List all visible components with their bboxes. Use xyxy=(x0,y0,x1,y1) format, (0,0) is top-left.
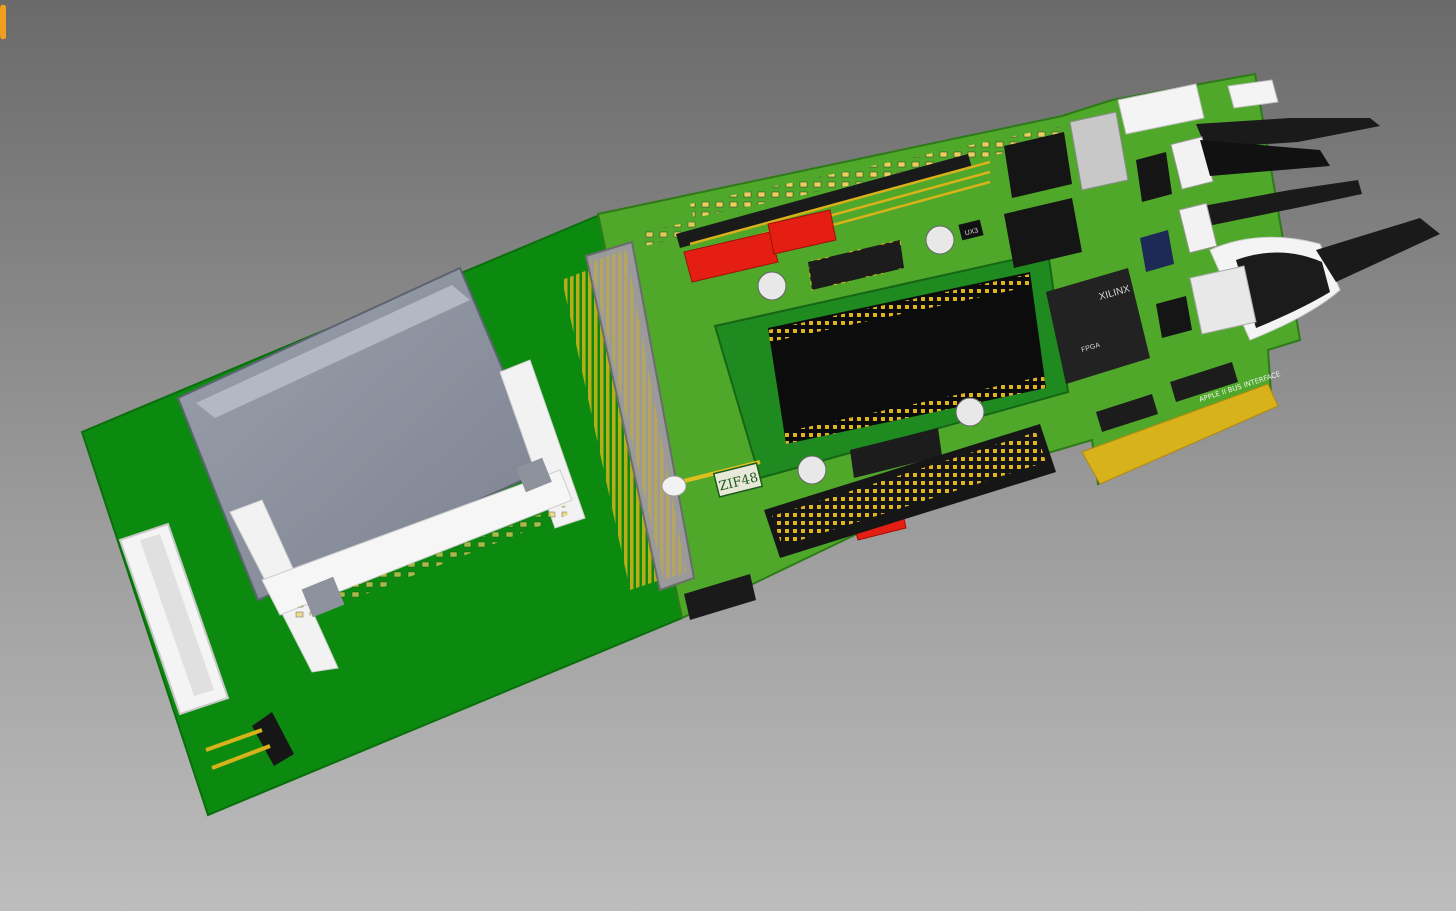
3d-pcb-viewport[interactable]: ZIF48 UX3 XILINX FPGA APPLE II BUS INTER… xyxy=(0,0,1456,911)
pcb-render: ZIF48 UX3 XILINX FPGA APPLE II BUS INTER… xyxy=(0,0,1456,911)
orange-tab-icon[interactable] xyxy=(0,4,6,40)
usb-controller-chip xyxy=(1136,152,1172,202)
